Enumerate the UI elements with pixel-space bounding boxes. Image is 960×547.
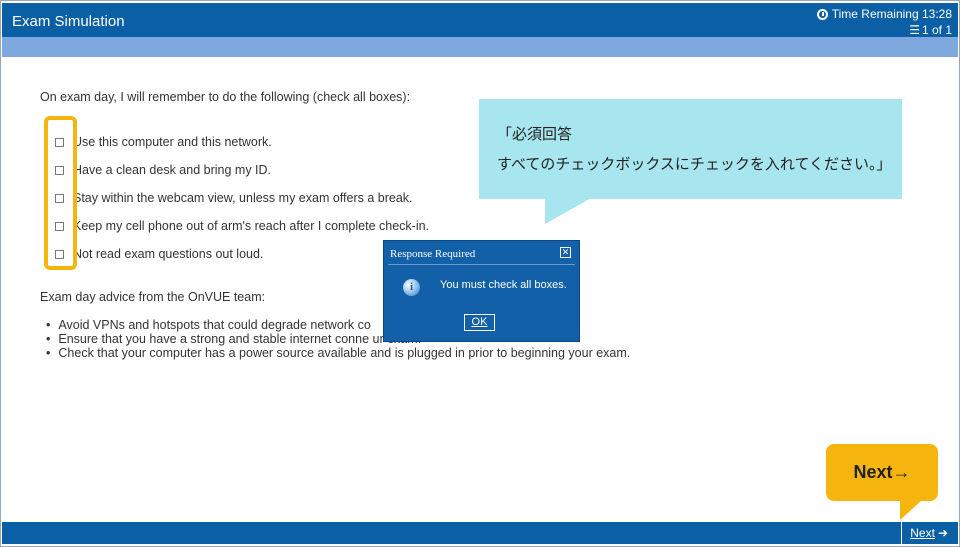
advice-title: Exam day advice from the OnVUE team: (40, 290, 266, 304)
page-counter-text: 1 of 1 (921, 23, 952, 37)
response-required-dialog: Response Required ✕ i You must check all… (383, 240, 580, 342)
ok-button-label: OK (471, 316, 488, 328)
list-icon: ☰ (909, 23, 920, 37)
next-annotation-bubble: Next→ (826, 444, 938, 501)
checklist-item-label: Use this computer and this network. (73, 135, 272, 149)
next-annotation-tail (900, 500, 922, 520)
dialog-divider (388, 264, 575, 265)
callout-line-1: 「必須回答 (497, 126, 573, 143)
page-counter[interactable]: ☰ 1 of 1 (909, 23, 952, 37)
next-button-label: Next (910, 526, 935, 540)
callout-bubble: 「必須回答 すべてのチェックボックスにチェックを入れてください。」 (479, 99, 902, 199)
instruction-text: On exam day, I will remember to do the f… (40, 90, 411, 104)
checkbox-highlight (44, 116, 77, 270)
callout-line-2: すべてのチェックボックスにチェックを入れてください。」 (497, 156, 892, 173)
checklist-item-label: Not read exam questions out loud. (73, 247, 264, 261)
advice-item: Check that your computer has a power sou… (46, 346, 630, 360)
checklist-item-label: Stay within the webcam view, unless my e… (73, 191, 413, 205)
title-bar: Exam Simulation Time Remaining 13:28 ☰ 1… (2, 3, 958, 37)
timer-text: Time Remaining 13:28 (831, 7, 952, 21)
checklist-item-label: Have a clean desk and bring my ID. (73, 163, 272, 177)
checklist-item-label: Keep my cell phone out of arm's reach af… (73, 219, 430, 233)
ok-button[interactable]: OK (464, 314, 495, 331)
callout-tail (545, 198, 591, 224)
arrow-right-icon: ➔ (937, 526, 948, 540)
clock-icon (816, 8, 828, 20)
info-icon: i (403, 279, 420, 296)
app-title: Exam Simulation (12, 13, 125, 30)
sub-bar (2, 37, 958, 57)
checklist-item[interactable]: Keep my cell phone out of arm's reach af… (55, 212, 555, 240)
close-icon[interactable]: ✕ (560, 247, 571, 258)
next-button[interactable]: Next ➔ (901, 522, 956, 544)
bottom-bar: Next ➔ (2, 522, 958, 544)
timer: Time Remaining 13:28 (816, 7, 952, 21)
dialog-title: Response Required (390, 248, 476, 260)
dialog-message: You must check all boxes. (440, 279, 567, 291)
